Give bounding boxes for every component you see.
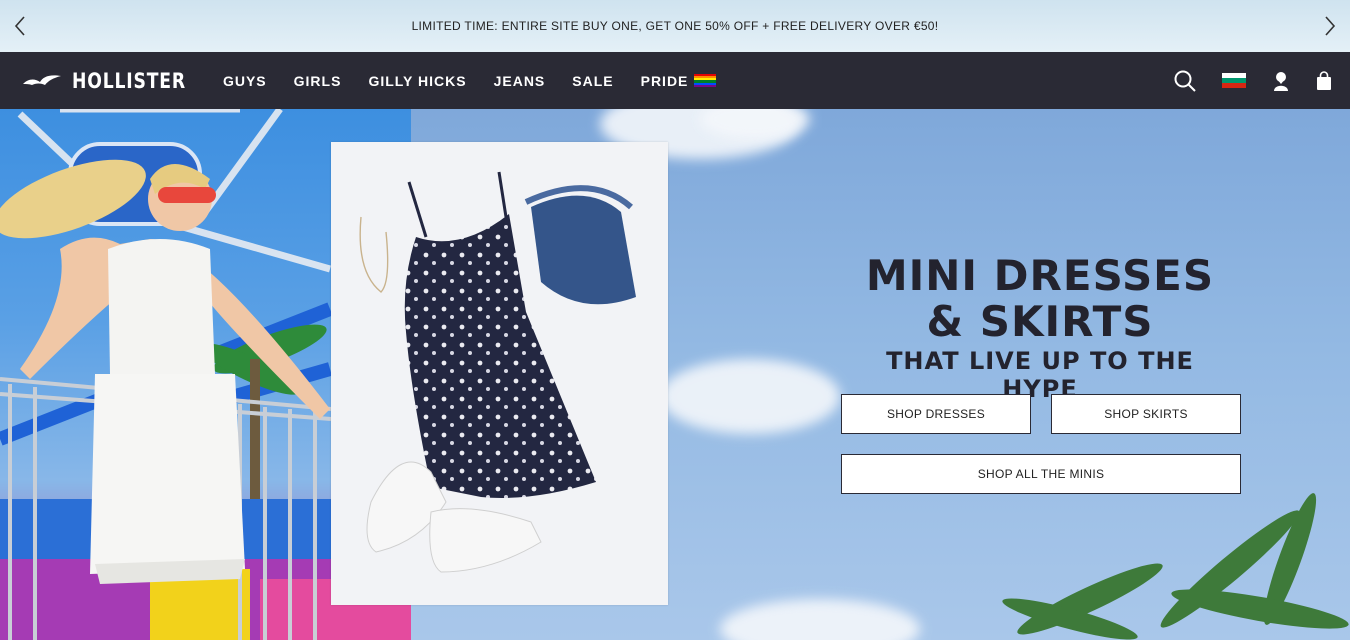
hero-headline-block: MINI DRESSES & SKIRTS THAT LIVE UP TO TH…: [845, 251, 1235, 404]
nav-link-pride-label: PRIDE: [640, 72, 689, 89]
rainbow-flag-icon: [694, 73, 717, 88]
promo-text[interactable]: LIMITED TIME: ENTIRE SITE BUY ONE, GET O…: [412, 19, 939, 33]
hero-banner[interactable]: MINI DRESSES & SKIRTS THAT LIVE UP TO TH…: [0, 109, 1350, 640]
nav-link-guys[interactable]: GUYS: [223, 73, 267, 89]
hero-headline-line2: & SKIRTS: [926, 297, 1154, 346]
nav-link-girls[interactable]: GIRLS: [294, 73, 342, 89]
account-icon[interactable]: [1272, 71, 1290, 91]
shop-all-minis-button[interactable]: SHOP ALL THE MINIS: [841, 454, 1241, 494]
cloud-decoration: [720, 599, 920, 640]
search-icon[interactable]: [1174, 70, 1196, 92]
seagull-icon: [23, 74, 61, 85]
nav-utility: [1148, 52, 1332, 109]
shop-dresses-button[interactable]: SHOP DRESSES: [841, 394, 1031, 434]
hero-headline-line1: MINI DRESSES: [865, 251, 1215, 300]
bulgaria-flag-icon[interactable]: [1222, 73, 1246, 88]
palm-tree-decoration: [1002, 493, 1349, 640]
nav-link-jeans[interactable]: JEANS: [494, 73, 546, 89]
brand-logo[interactable]: HOLLISTER: [22, 69, 211, 93]
nav-link-sale[interactable]: SALE: [572, 73, 613, 89]
promo-banner: LIMITED TIME: ENTIRE SITE BUY ONE, GET O…: [0, 0, 1350, 52]
nav-link-pride[interactable]: PRIDE: [641, 73, 717, 89]
chevron-right-icon[interactable]: [1318, 15, 1340, 37]
shop-skirts-button[interactable]: SHOP SKIRTS: [1051, 394, 1241, 434]
product-flatlay: [331, 142, 668, 605]
chevron-left-icon[interactable]: [10, 15, 32, 37]
main-navigation: HOLLISTER GUYS GIRLS GILLY HICKS JEANS S…: [0, 52, 1350, 109]
cloud-decoration: [660, 359, 840, 434]
brand-name: HOLLISTER: [72, 68, 186, 93]
nav-links: GUYS GIRLS GILLY HICKS JEANS SALE PRIDE: [223, 73, 743, 89]
nav-link-gilly-hicks[interactable]: GILLY HICKS: [368, 73, 466, 89]
shopping-bag-icon[interactable]: [1316, 70, 1332, 91]
